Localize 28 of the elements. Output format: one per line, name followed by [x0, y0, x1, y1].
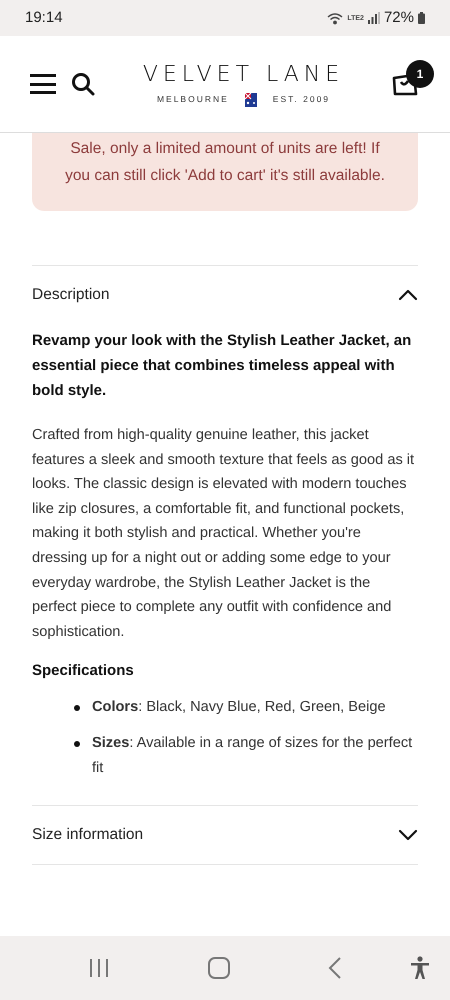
accordion-header[interactable]: Size information [32, 806, 418, 864]
sale-notice: Sale, only a limited amount of units are left! If you can still click 'Add to cart' it's still available. [32, 133, 418, 211]
wifi-icon [327, 12, 344, 24]
bullet-icon [74, 704, 80, 711]
bullet-icon [74, 741, 80, 748]
location-label: MELBOURNE [156, 93, 229, 106]
chevron-down-icon [398, 828, 418, 841]
status-time: 19:14 [25, 8, 63, 28]
flag-icon [244, 92, 257, 106]
cart-count-badge: 1 [406, 60, 434, 88]
spec-item: Colors: Black, Navy Blue, Red, Green, Beige [92, 698, 386, 717]
home-icon[interactable] [208, 957, 230, 979]
established-label: EST. 2009 [272, 93, 330, 106]
description-text: Crafted from high-quality genuine leather, this jacket features a sleek and smooth texture that feels as good as it looks. The classic design is elevated with modern touches like zip closures, a comfortable fit, and functional pockets, making it both stylish and practical. Whether you're dressing up for a night out or adding some edge to your everyday wardrobe, the Stylish Leather Jacket is the perfect piece to complete any outfit with confidence and sophistication. [32, 426, 416, 642]
spec-item: Sizes: Available in a range of sizes for the perfect fit [92, 734, 414, 778]
accessibility-icon[interactable] [410, 956, 430, 980]
recent-apps-icon[interactable] [88, 958, 110, 978]
search-icon[interactable] [71, 72, 95, 96]
description-intro: Revamp your look with the Stylish Leather Jacket, an essential piece that combines timeless appeal with bold style. [32, 331, 412, 401]
battery-icon [418, 12, 425, 24]
brand-logo[interactable]: VELVET LANE [142, 62, 344, 88]
specifications-heading: Specifications [32, 661, 135, 682]
accordion-header[interactable]: Description [32, 266, 418, 324]
signal-icon [368, 12, 380, 24]
battery-percent: 72% [384, 8, 414, 28]
back-icon[interactable] [328, 957, 342, 979]
menu-icon[interactable] [30, 74, 56, 94]
chevron-up-icon [398, 289, 418, 301]
